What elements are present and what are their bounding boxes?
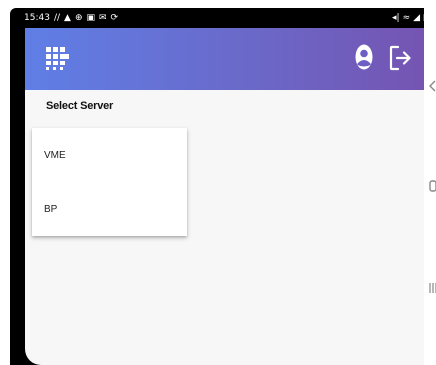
app-bar bbox=[25, 28, 425, 90]
status-bar: 15:43 // ▲ ⊕ ▣ ✉ ⟳ ◂| ≈ ◢ ▮ bbox=[24, 8, 428, 28]
signal-icon: ◢ bbox=[413, 13, 421, 23]
logout-icon[interactable] bbox=[389, 45, 411, 71]
app-screen: Select Server VME BP bbox=[25, 28, 425, 365]
status-time: 15:43 bbox=[24, 13, 50, 23]
section-title: Select Server bbox=[46, 100, 114, 112]
recent-apps-icon[interactable] bbox=[428, 282, 436, 294]
home-icon[interactable] bbox=[428, 180, 436, 192]
mute-icon: ◂| bbox=[392, 13, 400, 23]
server-option-vme[interactable]: VME bbox=[44, 150, 66, 161]
image-icon: ▣ bbox=[86, 13, 95, 23]
server-option-bp[interactable]: BP bbox=[44, 204, 57, 215]
phone-icon: // bbox=[53, 13, 61, 23]
alert-icon: ▲ bbox=[64, 13, 71, 23]
wifi-icon: ≈ bbox=[402, 13, 411, 23]
mail-icon: ✉ bbox=[99, 13, 107, 23]
sync-icon: ⟳ bbox=[110, 13, 119, 23]
device-frame: 15:43 // ▲ ⊕ ▣ ✉ ⟳ ◂| ≈ ◢ ▮ bbox=[10, 8, 436, 365]
location-icon: ⊕ bbox=[74, 13, 83, 23]
app-logo-icon bbox=[46, 47, 69, 70]
back-icon[interactable] bbox=[428, 80, 436, 92]
server-dropdown-menu: VME BP bbox=[32, 128, 187, 236]
user-icon[interactable] bbox=[355, 44, 373, 70]
